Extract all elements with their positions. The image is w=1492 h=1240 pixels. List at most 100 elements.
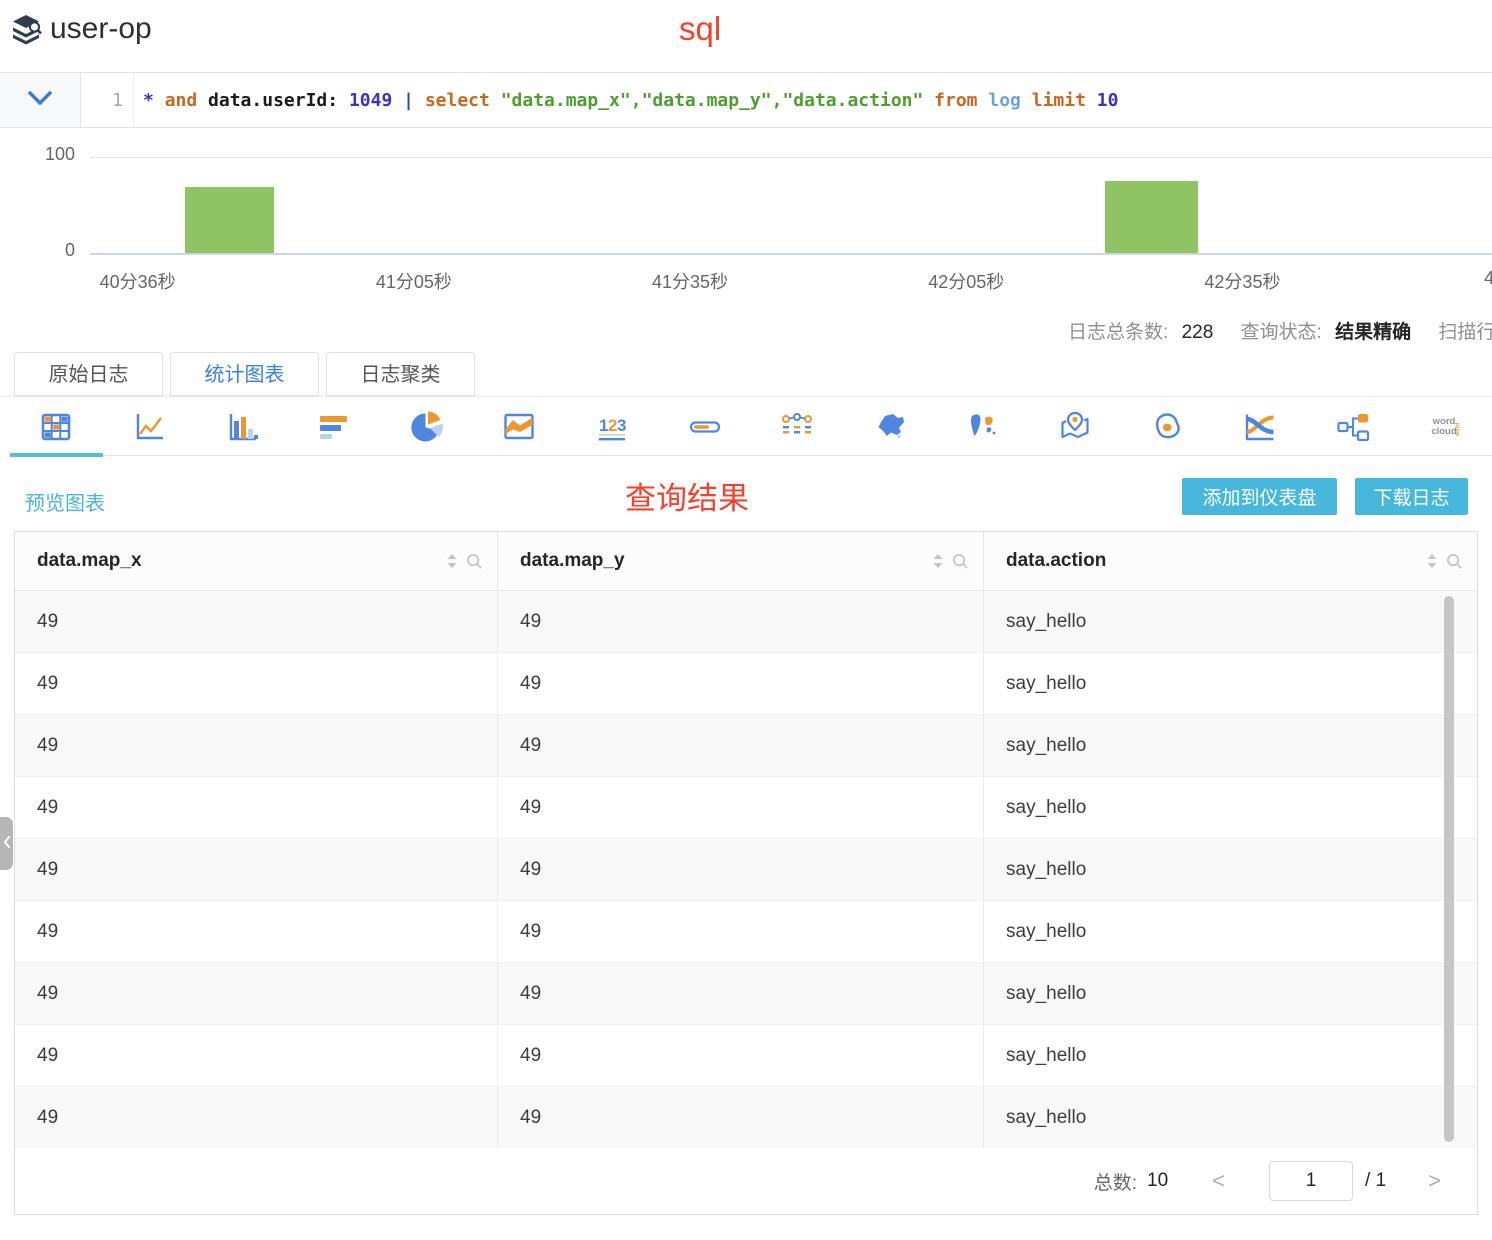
column-chart-icon[interactable] [195,399,288,455]
number-icon[interactable]: 123 [566,399,659,455]
line-number-gutter: 1 [81,73,134,127]
column-search-icon[interactable] [1446,553,1463,570]
collapse-panel-handle[interactable] [0,817,13,870]
total-count-value: 10 [1147,1170,1169,1191]
y-axis-label: 100 [44,144,75,164]
column-search-icon[interactable] [952,553,969,570]
tab[interactable]: 统计图表 [170,352,319,396]
line-number: 1 [112,89,123,111]
table-cell: 49 [15,1025,498,1086]
svg-text:word: word [1455,423,1461,437]
query-token: * [143,89,165,111]
table-header-row: data.map_x data.map_y data.action [15,532,1477,591]
query-token [923,90,934,111]
table-cell: say_hello [1006,734,1087,756]
chevron-left-icon [3,835,11,853]
progress-bar-icon[interactable] [658,399,751,455]
query-token: from [934,89,978,111]
preview-chart-link[interactable]: 预览图表 [25,487,105,516]
query-token: | [392,89,425,111]
word-cloud-icon[interactable]: word cloud word [1399,399,1492,455]
query-token: data.userId: [208,89,339,111]
sls-query-page: { "header": { "title": "user-op", "annot… [0,0,1492,1240]
x-axis-label: 42分35秒 [1204,272,1281,292]
table-row: 49 49 say_hello [15,777,1477,839]
query-editor[interactable]: * and data.userId: 1049 | select "data.m… [134,73,1492,127]
table-cell: 49 [498,777,984,838]
scanned-rows-label: 扫描行 [1438,322,1492,343]
column-title: data.map_x [37,550,142,571]
line-chart-icon[interactable] [103,399,196,455]
location-map-icon[interactable] [1029,399,1122,455]
table-cell: 49 [15,901,498,962]
x-axis-label: 42分05秒 [928,272,1005,292]
total-logs-value: 228 [1181,322,1214,343]
sort-icon[interactable] [446,553,458,569]
query-token [1021,90,1032,111]
column-header-data.map_y: data.map_y [498,532,984,590]
tab[interactable]: 日志聚类 [326,352,475,396]
table-cell: say_hello [1006,920,1087,942]
histogram-bar[interactable] [1105,181,1198,253]
china-map-icon[interactable] [844,399,937,455]
flow-chart-icon[interactable] [1214,399,1307,455]
query-bar: 1 * and data.userId: 1049 | select "data… [0,72,1492,128]
query-token: "data.map_x","data.map_y","data.action" [500,89,924,111]
heat-map-icon[interactable] [1122,399,1215,455]
vertical-scrollbar-thumb[interactable] [1444,596,1454,1142]
table-cell: 49 [15,777,498,838]
histogram-chart: 0 100 40分36秒 41分05秒 41分35秒 42分05秒 42分35秒 4 [0,140,1492,305]
sankey-icon[interactable] [751,399,844,455]
table-cell: 49 [498,715,984,776]
table-cell: 49 [15,839,498,900]
query-token: and [164,89,198,111]
download-logs-button[interactable]: 下载日志 [1355,478,1468,515]
column-title: data.action [1006,550,1107,571]
add-to-dashboard-button[interactable]: 添加到仪表盘 [1182,478,1337,515]
table-cell: 49 [15,591,498,652]
table-row: 49 49 say_hello [15,1087,1477,1149]
bar-chart-icon[interactable] [288,399,381,455]
table-row: 49 49 say_hello [15,715,1477,777]
query-collapse-toggle[interactable] [0,73,81,127]
query-text: * and data.userId: 1049 | select "data.m… [143,90,1118,111]
table-cell: 49 [498,1087,984,1148]
query-token: limit [1031,89,1086,111]
query-token: 10 [1096,89,1119,111]
table-row: 49 49 say_hello [15,653,1477,715]
table-cell: 49 [498,839,984,900]
sort-icon[interactable] [932,553,944,569]
query-token [978,90,989,111]
result-table: data.map_x data.map_y data.action 49 49 say_… [14,531,1478,1215]
column-search-icon[interactable] [466,553,483,570]
sort-icon[interactable] [1426,553,1438,569]
relation-graph-icon[interactable] [1307,399,1400,455]
pie-chart-icon[interactable] [381,399,474,455]
query-status-line: 日志总条数: 228 查询状态: 结果精确 扫描行 [1068,317,1492,344]
table-cell: say_hello [1006,796,1087,818]
page-title: user-op [50,12,152,45]
table-row: 49 49 say_hello [15,839,1477,901]
next-page-button[interactable]: > [1428,1168,1441,1194]
table-cell: 49 [498,591,984,652]
query-token [1086,90,1097,111]
prev-page-button[interactable]: < [1212,1168,1225,1194]
area-chart-icon[interactable] [473,399,566,455]
svg-text:3: 3 [617,416,626,435]
query-token: select [424,89,490,111]
table-row: 49 49 say_hello [15,591,1477,653]
histogram-bar[interactable] [185,186,274,253]
query-result-annotation: 查询结果 [625,481,749,516]
svg-text:cloud: cloud [1431,426,1457,437]
tab[interactable]: 原始日志 [14,352,163,396]
query-state-value: 结果精确 [1335,322,1412,343]
x-axis-label: 41分35秒 [652,272,729,292]
column-title: data.map_y [520,550,625,571]
table-cell: 49 [15,963,498,1024]
query-token [197,90,208,111]
page-number-input[interactable] [1269,1161,1354,1201]
world-map-icon[interactable] [936,399,1029,455]
column-header-data.map_x: data.map_x [15,532,498,590]
table-chart-icon[interactable] [10,399,103,457]
x-axis-label: 4 [1484,268,1492,288]
